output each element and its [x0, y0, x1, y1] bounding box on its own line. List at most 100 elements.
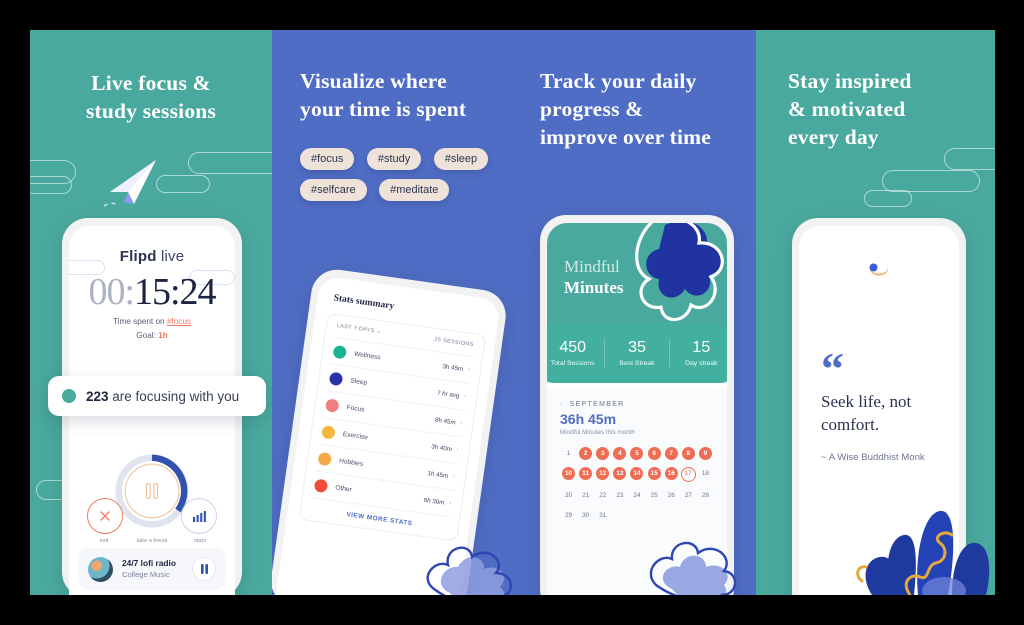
panel-headline: Live focus & study sessions — [30, 70, 272, 126]
calendar-day[interactable]: 20 — [562, 489, 575, 502]
stats-button[interactable] — [181, 498, 217, 534]
category-name: Other — [334, 483, 353, 494]
calendar-day[interactable]: 8 — [681, 447, 695, 460]
chevron-right-icon: › — [467, 366, 471, 373]
stats-button-label: stats — [194, 538, 206, 544]
chip-selfcare[interactable]: #selfcare — [300, 179, 367, 201]
category-icon — [321, 424, 336, 440]
stat-day-streak: 15 Day streak — [668, 339, 727, 367]
time-spent-line: Time spent on #focus — [69, 317, 235, 326]
stat-label: Day streak — [685, 360, 718, 367]
bar-chart-icon — [193, 511, 206, 522]
category-value: 6h 30m — [423, 496, 445, 507]
category-value: 7 hr avg — [436, 389, 460, 400]
calendar-day[interactable]: 7 — [664, 447, 678, 460]
brand-name: Flipd — [119, 248, 157, 265]
panel-stay-inspired: Stay inspired & motivated every day “ Seek… — [756, 30, 995, 595]
calendar-day[interactable]: 28 — [699, 489, 712, 502]
chevron-right-icon: › — [452, 473, 456, 480]
calendar-day[interactable]: 10 — [562, 467, 576, 480]
category-value: 8h 45m — [434, 416, 457, 426]
date-range-label: LAST 7 DAYS — [336, 323, 375, 335]
calendar-day[interactable]: 24 — [630, 489, 643, 502]
chevron-left-icon[interactable]: ‹ — [560, 401, 564, 408]
mindful-title-light: Mindful — [564, 257, 620, 276]
chip-study[interactable]: #study — [366, 148, 422, 170]
calendar-day[interactable]: 2 — [579, 447, 593, 460]
calendar-day[interactable]: 4 — [613, 447, 627, 460]
chevron-right-icon: › — [456, 446, 460, 454]
calendar-day[interactable]: 1 — [562, 447, 575, 460]
headline-line: Visualize where — [300, 69, 447, 93]
calendar-day[interactable]: 11 — [579, 467, 593, 480]
calendar-day[interactable]: 9 — [698, 447, 712, 460]
cloud-decoration — [882, 170, 980, 192]
cloud-decoration — [864, 190, 912, 207]
calendar-day[interactable]: 25 — [648, 489, 661, 502]
chevron-down-icon: ⌄ — [376, 328, 382, 336]
calendar-day[interactable]: 12 — [596, 467, 610, 480]
timer-hours: 00: — [88, 271, 135, 313]
calendar-day[interactable]: 31 — [596, 509, 609, 522]
calendar-month: SEPTEMBER — [569, 401, 625, 408]
calendar-day[interactable]: 18 — [699, 467, 712, 480]
leaf-decoration — [856, 510, 990, 595]
stat-number: 35 — [628, 339, 646, 356]
music-pause-button[interactable] — [192, 557, 216, 581]
time-spent-label: Time spent on — [113, 317, 167, 326]
calendar-day[interactable]: 23 — [613, 489, 626, 502]
date-range-selector[interactable]: LAST 7 DAYS ⌄ — [336, 323, 381, 335]
category-icon — [324, 397, 340, 413]
quote-mark: “ — [821, 343, 844, 394]
cloud-decoration — [156, 175, 210, 193]
quote-text: Seek life, not comfort. — [821, 392, 912, 434]
headline-line: Stay inspired — [788, 69, 912, 93]
month-total: 36h 45m — [560, 411, 617, 427]
headline-line: improve over time — [540, 124, 711, 149]
focus-tag-link[interactable]: #focus — [167, 317, 191, 326]
calendar-day[interactable]: 22 — [596, 489, 609, 502]
chevron-right-icon: › — [460, 420, 463, 427]
calendar-day[interactable]: 17 — [680, 467, 696, 482]
focus-count-banner: 223 are focusing with you — [48, 376, 266, 416]
category-name: Sleep — [349, 376, 368, 387]
calendar-day[interactable]: 27 — [682, 489, 695, 502]
stat-number: 15 — [692, 339, 711, 356]
pause-icon — [200, 564, 208, 574]
session-timer: 00:15:24 — [69, 270, 235, 314]
calendar-month-row: ‹ SEPTEMBER — [560, 401, 714, 408]
music-player-card[interactable]: 24/7 lofi radio College Music — [78, 548, 226, 590]
calendar-day[interactable]: 16 — [664, 467, 678, 480]
chip-sleep[interactable]: #sleep — [433, 148, 489, 170]
session-count: 25 SESSIONS — [434, 336, 474, 349]
chip-meditate[interactable]: #meditate — [379, 179, 450, 201]
exit-button[interactable] — [87, 498, 123, 534]
calendar-day[interactable]: 14 — [630, 467, 644, 480]
panel-visualize-time: Visualize where your time is spent #focus… — [272, 30, 514, 595]
focus-count: 223 — [86, 388, 109, 404]
session-progress-ring — [115, 454, 189, 528]
calendar-day[interactable]: 29 — [562, 509, 575, 522]
panel-headline: Track your daily progress & improve over t… — [514, 68, 756, 152]
calendar-day[interactable]: 26 — [665, 489, 678, 502]
headline-line: study sessions — [85, 98, 217, 123]
calendar-day[interactable]: 15 — [647, 467, 661, 480]
panel-headline: Stay inspired & motivated every day — [756, 68, 995, 152]
calendar-day[interactable]: 30 — [579, 509, 592, 522]
calendar-day[interactable]: 3 — [596, 447, 610, 460]
goal-label: Goal: — [136, 331, 159, 340]
calendar-day[interactable]: 13 — [613, 467, 627, 480]
category-icon — [332, 344, 348, 359]
category-value: 3h 40m — [430, 442, 453, 453]
mindful-stats-bar: 450 Total Sessions 35 Best Streak 15 Day… — [547, 323, 727, 383]
headline-line: & motivated — [788, 96, 906, 121]
blob-decoration — [649, 541, 737, 595]
chevron-right-icon: › — [448, 500, 452, 507]
calendar-day[interactable]: 21 — [579, 489, 592, 502]
calendar-day[interactable]: 5 — [630, 447, 644, 460]
calendar-day[interactable]: 6 — [647, 447, 661, 460]
live-status-dot — [62, 389, 76, 403]
headline-line: Live focus & — [91, 71, 211, 95]
chip-focus[interactable]: #focus — [300, 148, 355, 170]
stats-summary-title: Stats summary — [332, 293, 395, 312]
